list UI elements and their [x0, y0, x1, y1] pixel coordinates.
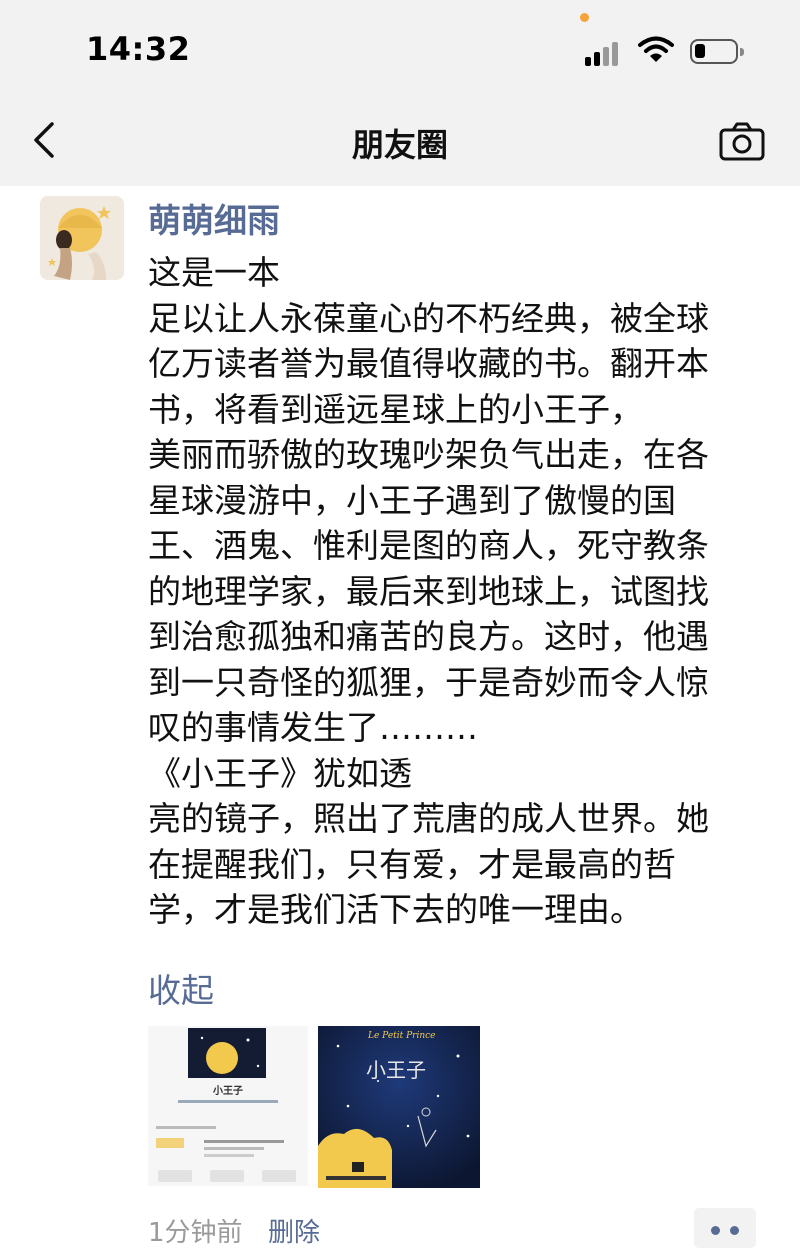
status-time: 14:32	[86, 30, 191, 68]
post-text-line: 叹的事情发生了………	[148, 708, 478, 747]
battery-icon	[690, 39, 744, 64]
svg-text:Le Petit Prince: Le Petit Prince	[367, 1031, 436, 1041]
username[interactable]: 萌萌细雨	[148, 194, 280, 242]
post-text-line: 美丽而骄傲的玫瑰吵架负气出走，在各	[148, 435, 709, 474]
post-text-line: 书，将看到遥远星球上的小王子，	[148, 389, 643, 429]
post-text: 这是一本 足以让人永葆童心的不朽经典，被全球 亿万读者誉为最值得收藏的书。翻开本…	[148, 250, 768, 933]
book-cover-title: 小王子	[366, 1058, 426, 1082]
collapse-link[interactable]: 收起	[148, 964, 214, 1012]
post-text-line: 这是一本	[148, 253, 280, 292]
page-title: 朋友圈	[351, 126, 448, 164]
post-image-book-detail[interactable]: 小王子	[148, 1026, 308, 1186]
book-cover-thumbnail: Le Petit Prince	[318, 1026, 480, 1188]
cellular-signal-icon	[585, 38, 625, 66]
dot-icon	[730, 1226, 739, 1235]
post-text-line: 到治愈孤独和痛苦的良方。这时，他遇	[148, 617, 709, 656]
dot-icon	[711, 1226, 720, 1235]
avatar-illustration	[40, 196, 124, 280]
post-text-line: 在提醒我们，只有爱，才是最高的哲	[148, 844, 676, 884]
delete-link[interactable]: 删除	[268, 1212, 320, 1249]
wifi-icon	[638, 36, 674, 62]
post-image-book-cover[interactable]: Le Petit Prince 小王子	[318, 1026, 480, 1188]
post-text-line: 《小王子》犹如透	[148, 753, 412, 793]
top-bar: 14:32 朋友圈	[0, 0, 800, 186]
book-title-small: 小王子	[213, 1086, 243, 1097]
post-text-line: 到一只奇怪的狐狸，于是奇妙而令人惊	[148, 662, 709, 702]
post-text-line: 亮的镜子，照出了荒唐的成人世界。她	[148, 799, 709, 838]
book-detail-thumbnail	[148, 1026, 308, 1186]
post-text-line: 王、酒鬼、惟利是图的商人，死守教条	[148, 526, 709, 565]
post-time: 1分钟前	[148, 1218, 243, 1248]
post-text-line: 的地理学家，最后来到地球上，试图找	[148, 571, 709, 611]
post-text-line: 亿万读者誉为最值得收藏的书。翻开本	[148, 344, 709, 383]
post-text-line: 星球漫游中，小王子遇到了傲慢的国	[148, 480, 676, 520]
privacy-indicator-dot	[580, 13, 589, 22]
post-text-line: 学，才是我们活下去的唯一理由。	[148, 890, 643, 929]
more-actions-button[interactable]	[694, 1208, 756, 1248]
post-text-line: 足以让人永葆童心的不朽经典，被全球	[148, 298, 709, 338]
avatar[interactable]	[40, 196, 124, 280]
camera-icon[interactable]	[718, 122, 766, 162]
